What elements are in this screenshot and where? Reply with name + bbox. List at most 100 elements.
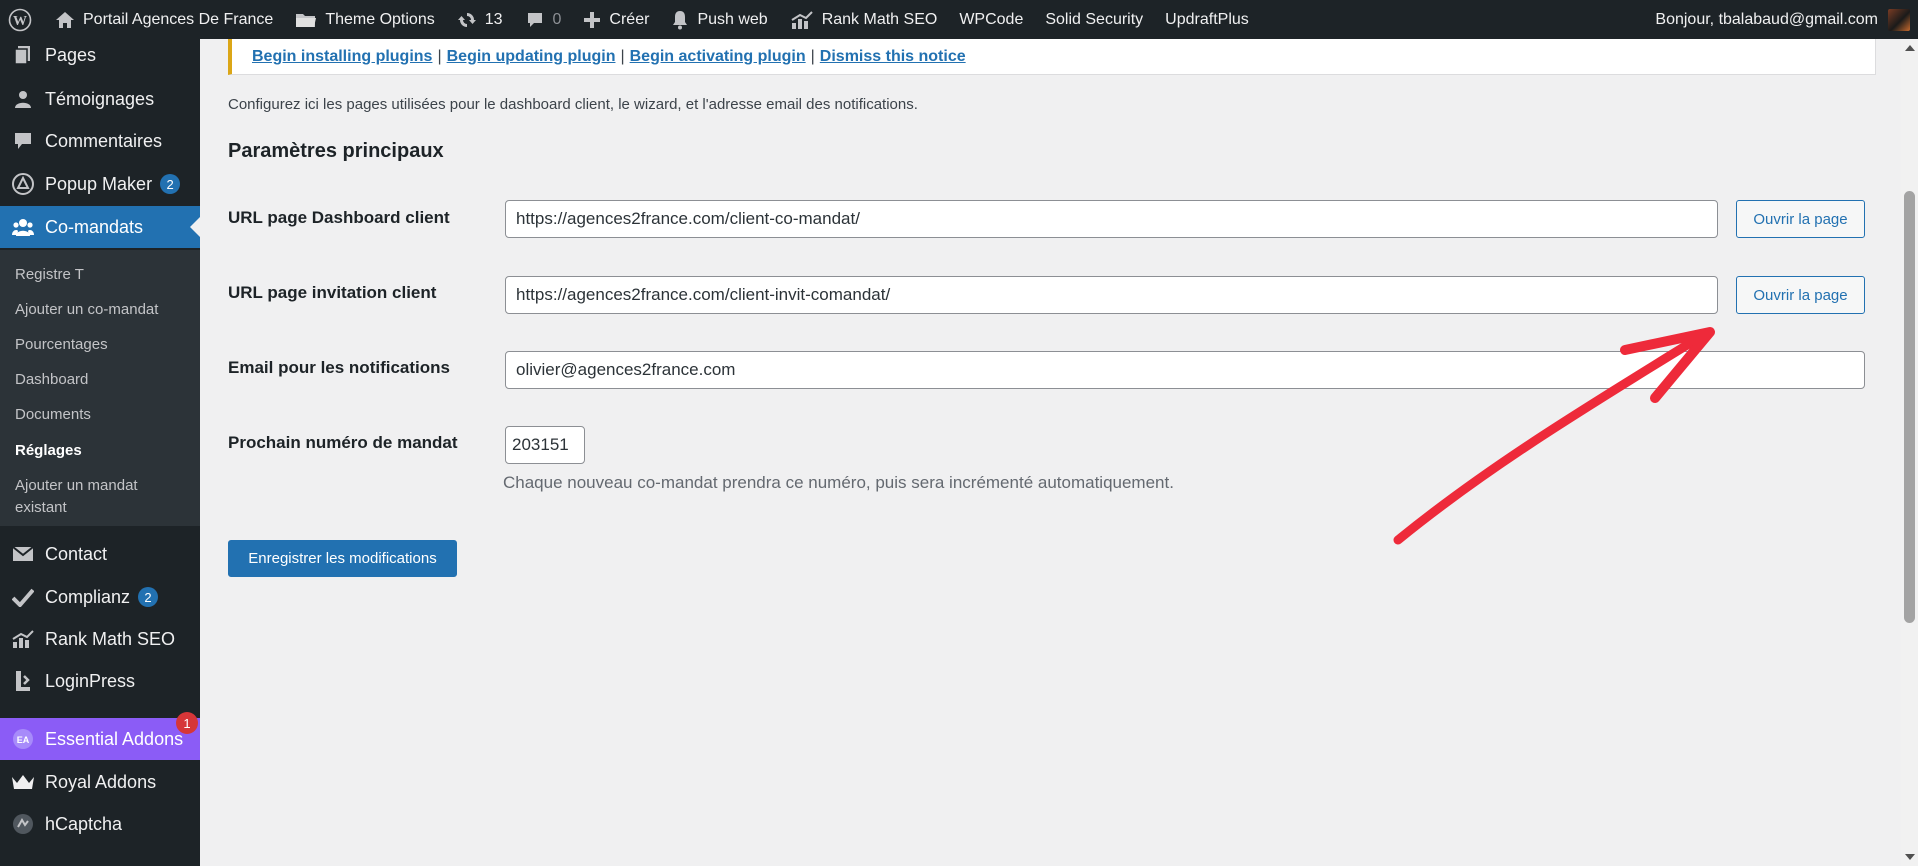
pages-icon	[0, 45, 45, 65]
menu-essential-addons-label: Essential Addons	[45, 728, 184, 749]
bell-icon	[671, 10, 689, 30]
co-mandats-submenu: Registre T Ajouter un co-mandat Pourcent…	[0, 250, 200, 526]
plus-icon	[583, 11, 601, 29]
rank-math-label: Rank Math SEO	[821, 10, 938, 28]
menu-rank-math-label: Rank Math SEO	[45, 628, 176, 649]
begin-activating-plugin-link[interactable]: Begin activating plugin	[630, 48, 806, 66]
check-icon	[0, 587, 45, 607]
hcaptcha-icon	[0, 813, 45, 835]
popup-icon	[0, 172, 45, 196]
menu-rank-math[interactable]: Rank Math SEO	[0, 618, 200, 660]
menu-contact[interactable]: Contact	[0, 533, 200, 575]
submenu-pourcentages[interactable]: Pourcentages	[15, 334, 108, 356]
new-content-menu[interactable]: Créer	[572, 0, 660, 39]
menu-loginpress[interactable]: LoginPress	[0, 660, 200, 702]
avatar	[1888, 8, 1910, 31]
complianz-badge: 2	[138, 587, 159, 607]
menu-commentaires[interactable]: Commentaires	[0, 120, 200, 162]
comment-icon	[525, 10, 545, 30]
menu-co-mandats-label: Co-mandats	[45, 216, 144, 237]
submenu-documents[interactable]: Documents	[15, 404, 91, 426]
push-web-label: Push web	[697, 10, 768, 28]
scrollbar-thumb[interactable]	[1904, 191, 1915, 623]
updraftplus-menu[interactable]: UpdraftPlus	[1154, 0, 1260, 39]
menu-complianz-label: Complianz	[45, 586, 131, 607]
notification-email-input[interactable]	[505, 351, 1865, 389]
menu-pages-label: Pages	[45, 44, 97, 65]
comment-icon	[0, 131, 45, 151]
rank-math-menu[interactable]: Rank Math SEO	[779, 0, 949, 39]
popup-maker-badge: 2	[160, 174, 181, 194]
home-icon	[55, 10, 75, 30]
menu-hcaptcha[interactable]: hCaptcha	[0, 803, 200, 845]
submenu-ajouter-co-mandat[interactable]: Ajouter un co-mandat	[15, 299, 158, 321]
menu-commentaires-label: Commentaires	[45, 130, 163, 151]
begin-updating-plugin-link[interactable]: Begin updating plugin	[447, 48, 616, 66]
crown-icon	[0, 772, 45, 792]
dismiss-notice-link[interactable]: Dismiss this notice	[820, 48, 966, 66]
wpcode-menu[interactable]: WPCode	[948, 0, 1034, 39]
notice-separator: |	[810, 47, 815, 65]
essential-addons-icon: EA	[0, 728, 45, 750]
updates-menu[interactable]: 13	[446, 0, 514, 39]
rank-math-icon	[790, 10, 814, 29]
menu-royal-addons[interactable]: Royal Addons	[0, 761, 200, 803]
submenu-dashboard[interactable]: Dashboard	[15, 369, 88, 391]
open-dashboard-page-button[interactable]: Ouvrir la page	[1736, 200, 1865, 238]
theme-options-menu[interactable]: Theme Options	[284, 0, 445, 39]
page-scrollbar[interactable]	[1901, 39, 1918, 866]
menu-popup-maker-label: Popup Maker	[45, 173, 153, 194]
rank-math-icon	[0, 630, 45, 648]
loginpress-icon	[0, 670, 45, 692]
menu-essential-addons[interactable]: EA Essential Addons 1	[0, 712, 200, 760]
menu-contact-label: Contact	[45, 543, 108, 564]
settings-intro: Configurez ici les pages utilisées pour …	[228, 96, 918, 113]
section-title: Paramètres principaux	[228, 140, 444, 162]
svg-text:W: W	[13, 14, 27, 29]
folder-icon	[295, 11, 317, 29]
create-label: Créer	[609, 10, 650, 28]
dashboard-url-label: URL page Dashboard client	[228, 208, 450, 227]
invitation-url-label: URL page invitation client	[228, 283, 437, 302]
solid-security-menu[interactable]: Solid Security	[1034, 0, 1154, 39]
account-greeting: Bonjour, tbalabaud@gmail.com	[1655, 10, 1878, 28]
submenu-reglages[interactable]: Réglages	[15, 440, 82, 462]
updates-count: 13	[484, 10, 503, 28]
menu-complianz[interactable]: Complianz 2	[0, 576, 200, 618]
scroll-up-icon[interactable]	[1905, 45, 1915, 51]
notice-separator: |	[620, 47, 625, 65]
dashboard-url-input[interactable]	[505, 200, 1718, 238]
admin-sidebar: Pages Témoignages Commentaires Popup Mak…	[0, 39, 200, 866]
begin-installing-plugins-link[interactable]: Begin installing plugins	[252, 48, 432, 66]
notice-separator: |	[437, 47, 442, 65]
open-invitation-page-button[interactable]: Ouvrir la page	[1736, 276, 1865, 314]
solid-security-label: Solid Security	[1045, 10, 1144, 28]
submenu-ajouter-mandat-existant[interactable]: Ajouter un mandat	[15, 475, 138, 497]
submenu-ajouter-mandat-existant-line2[interactable]: existant	[15, 497, 67, 519]
theme-options-label: Theme Options	[325, 10, 435, 28]
next-mandat-number-description: Chaque nouveau co-mandat prendra ce numé…	[503, 473, 1174, 492]
comments-count: 0	[552, 10, 562, 28]
updates-icon	[457, 10, 477, 30]
site-name: Portail Agences De France	[83, 10, 274, 28]
next-mandat-number-input[interactable]	[505, 426, 585, 464]
menu-pages[interactable]: Pages	[0, 34, 200, 76]
save-settings-button[interactable]: Enregistrer les modifications	[228, 540, 457, 577]
wpcode-label: WPCode	[959, 10, 1024, 28]
submenu-registre[interactable]: Registre T	[15, 264, 84, 286]
menu-popup-maker[interactable]: Popup Maker 2	[0, 163, 200, 205]
my-account-menu[interactable]: Bonjour, tbalabaud@gmail.com	[1644, 0, 1910, 39]
menu-temoignages[interactable]: Témoignages	[0, 78, 200, 120]
tgmpa-notice: Begin installing plugins | Begin updatin…	[228, 39, 1876, 75]
user-icon	[0, 89, 45, 109]
comments-menu[interactable]: 0	[514, 0, 573, 39]
menu-loginpress-label: LoginPress	[45, 670, 136, 691]
push-web-menu[interactable]: Push web	[660, 0, 778, 39]
scroll-down-icon[interactable]	[1905, 854, 1915, 860]
menu-hcaptcha-label: hCaptcha	[45, 813, 123, 834]
invitation-url-input[interactable]	[505, 276, 1718, 314]
menu-co-mandats[interactable]: Co-mandats	[0, 206, 200, 248]
menu-royal-addons-label: Royal Addons	[45, 771, 157, 792]
wordpress-icon: W	[8, 8, 32, 32]
svg-text:EA: EA	[16, 735, 29, 745]
